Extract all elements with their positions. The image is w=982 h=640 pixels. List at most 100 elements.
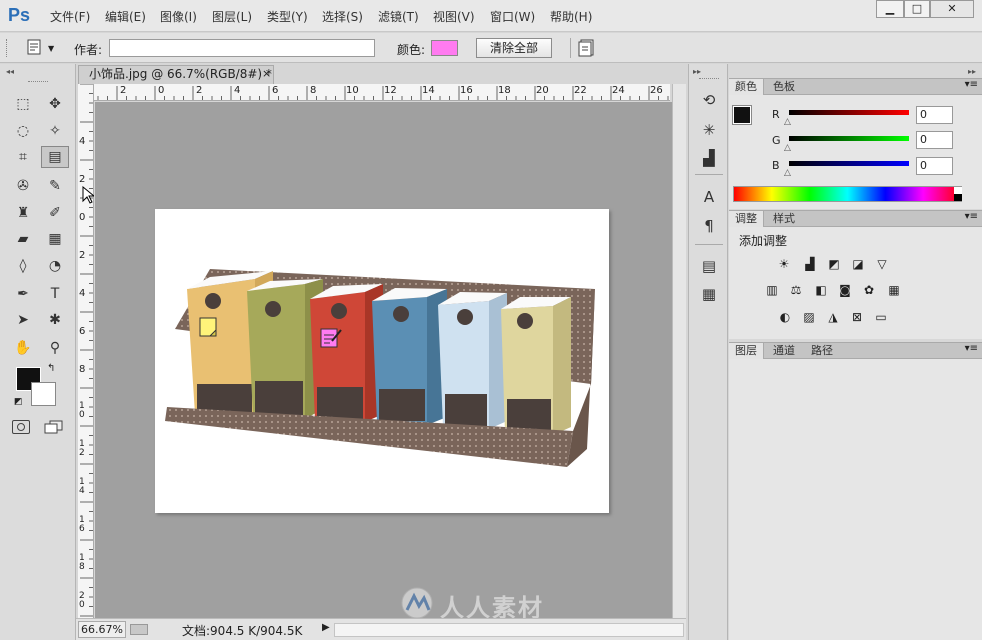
blue-value-field[interactable]: 0: [916, 157, 953, 175]
collapse-icons-icon[interactable]: ▸▸: [693, 67, 701, 76]
toggle-notes-panel-icon[interactable]: [578, 39, 596, 57]
red-value-field[interactable]: 0: [916, 106, 953, 124]
quick-mask-icon[interactable]: [12, 420, 30, 434]
pen-tool-icon[interactable]: ✒: [12, 284, 34, 304]
expand-panels-icon[interactable]: ▸▸: [968, 67, 976, 76]
character-panel-icon[interactable]: A: [699, 187, 719, 207]
exposure-icon[interactable]: ◪: [849, 256, 867, 272]
tab-color[interactable]: 颜色: [729, 79, 764, 95]
history-panel-icon[interactable]: ⟲: [699, 90, 719, 110]
options-bar-grip[interactable]: [6, 39, 9, 57]
vertical-ruler[interactable]: 4 2 0 2 4 6 8 1 0 1 2 1 4 1 6 1 8 2 0: [78, 84, 94, 618]
green-slider-handle-icon[interactable]: △: [784, 143, 791, 153]
default-colors-icon[interactable]: ◩: [14, 397, 23, 407]
chevron-down-icon[interactable]: ▼: [48, 44, 54, 53]
panel-menu-icon[interactable]: ▾≡: [965, 79, 978, 90]
tab-swatches[interactable]: 色板: [767, 79, 801, 95]
color-balance-icon[interactable]: ⚖: [787, 282, 805, 298]
zoom-tool-icon[interactable]: ⚲: [44, 338, 66, 358]
blur-tool-icon[interactable]: ◊: [12, 256, 34, 276]
actions-panel-icon[interactable]: ✳: [699, 120, 719, 140]
vertical-scrollbar[interactable]: [672, 84, 686, 618]
green-slider[interactable]: [789, 136, 909, 141]
paragraph-panel-icon[interactable]: ¶: [699, 216, 719, 236]
custom-shape-tool-icon[interactable]: ✱: [44, 310, 66, 330]
dodge-tool-icon[interactable]: ◔: [44, 256, 66, 276]
tab-channels[interactable]: 通道: [767, 343, 801, 359]
spectrum-black-swatch[interactable]: [954, 194, 962, 201]
type-tool-icon[interactable]: T: [44, 284, 66, 304]
maximize-button[interactable]: □: [904, 0, 930, 18]
channel-mixer-icon[interactable]: ✿: [860, 282, 878, 298]
menu-filter[interactable]: 滤镜(T): [378, 8, 419, 25]
swap-colors-icon[interactable]: ↰: [47, 363, 55, 374]
spot-healing-tool-icon[interactable]: ✇: [12, 176, 34, 196]
histogram-panel-icon[interactable]: ▟: [699, 148, 719, 168]
menu-view[interactable]: 视图(V): [433, 8, 475, 25]
blue-slider-handle-icon[interactable]: △: [784, 168, 791, 178]
panel-menu-icon[interactable]: ▾≡: [965, 211, 978, 222]
author-field[interactable]: [109, 39, 375, 57]
menu-select[interactable]: 选择(S): [322, 8, 363, 25]
close-tab-icon[interactable]: ×: [262, 67, 271, 80]
note-tool-icon[interactable]: ▤: [41, 146, 69, 168]
magic-wand-tool-icon[interactable]: ✧: [44, 121, 66, 141]
toolbox-grip[interactable]: [28, 81, 48, 84]
tab-layers[interactable]: 图层: [729, 343, 764, 359]
menu-type[interactable]: 类型(Y): [267, 8, 308, 25]
minimize-button[interactable]: ▁: [876, 0, 904, 18]
zoom-level-field[interactable]: 66.67%: [78, 621, 126, 638]
crop-tool-icon[interactable]: ⌗: [12, 147, 34, 167]
clear-all-button[interactable]: 清除全部: [476, 38, 552, 58]
tab-styles[interactable]: 样式: [767, 211, 801, 227]
red-slider[interactable]: [789, 110, 909, 115]
screen-mode-icon[interactable]: [44, 420, 64, 434]
hand-tool-icon[interactable]: ✋: [12, 338, 34, 358]
panel-menu-icon[interactable]: ▾≡: [965, 343, 978, 354]
menu-image[interactable]: 图像(I): [160, 8, 197, 25]
path-selection-tool-icon[interactable]: ➤: [12, 310, 34, 330]
horizontal-scrollbar[interactable]: [334, 623, 684, 637]
brightness-contrast-icon[interactable]: ☀: [775, 256, 793, 272]
foreground-color-swatch[interactable]: [732, 105, 752, 125]
notes-panel-icon[interactable]: ▦: [699, 284, 719, 304]
lasso-tool-icon[interactable]: ◌: [12, 121, 34, 141]
blue-slider[interactable]: [789, 161, 909, 166]
clone-stamp-tool-icon[interactable]: ♜: [12, 203, 34, 223]
invert-icon[interactable]: ◐: [776, 309, 794, 325]
photo-filter-icon[interactable]: ◙: [836, 282, 854, 298]
collapse-toolbox-icon[interactable]: ◂◂: [6, 67, 14, 76]
document-image[interactable]: [155, 209, 609, 513]
threshold-icon[interactable]: ◮: [824, 309, 842, 325]
black-white-icon[interactable]: ◧: [812, 282, 830, 298]
color-spectrum-bar[interactable]: [733, 186, 962, 202]
menu-file[interactable]: 文件(F): [50, 8, 90, 25]
selected-note-icon[interactable]: [320, 327, 342, 349]
gradient-map-icon[interactable]: ▭: [872, 309, 890, 325]
tab-adjustments[interactable]: 调整: [729, 211, 764, 227]
history-brush-tool-icon[interactable]: ✐: [44, 203, 66, 223]
background-color-swatch[interactable]: [31, 382, 56, 406]
green-value-field[interactable]: 0: [916, 131, 953, 149]
close-window-button[interactable]: ✕: [930, 0, 974, 18]
hue-saturation-icon[interactable]: ▥: [763, 282, 781, 298]
note-color-swatch[interactable]: [431, 40, 458, 56]
red-slider-handle-icon[interactable]: △: [784, 117, 791, 127]
posterize-icon[interactable]: ▨: [800, 309, 818, 325]
strip-grip[interactable]: [699, 78, 719, 80]
horizontal-ruler[interactable]: 2 0 2 4 6 8 10 12 14 16 18 20 22 24 26: [94, 84, 670, 101]
document-tab[interactable]: 小饰品.jpg @ 66.7%(RGB/8#) *: [78, 65, 274, 84]
spectrum-white-swatch[interactable]: [954, 187, 962, 194]
menu-help[interactable]: 帮助(H): [550, 8, 592, 25]
note-tool-preset-icon[interactable]: [26, 39, 42, 55]
gradient-tool-icon[interactable]: ▦: [44, 229, 66, 249]
menu-layer[interactable]: 图层(L): [212, 8, 252, 25]
selective-color-icon[interactable]: ⊠: [848, 309, 866, 325]
tab-paths[interactable]: 路径: [805, 343, 839, 359]
brush-tool-icon[interactable]: ✎: [44, 176, 66, 196]
status-menu-arrow-icon[interactable]: ▶: [322, 622, 330, 633]
menu-window[interactable]: 窗口(W): [490, 8, 535, 25]
color-lookup-icon[interactable]: ▦: [885, 282, 903, 298]
layer-comps-panel-icon[interactable]: ▤: [699, 256, 719, 276]
levels-icon[interactable]: ▟: [801, 256, 819, 272]
